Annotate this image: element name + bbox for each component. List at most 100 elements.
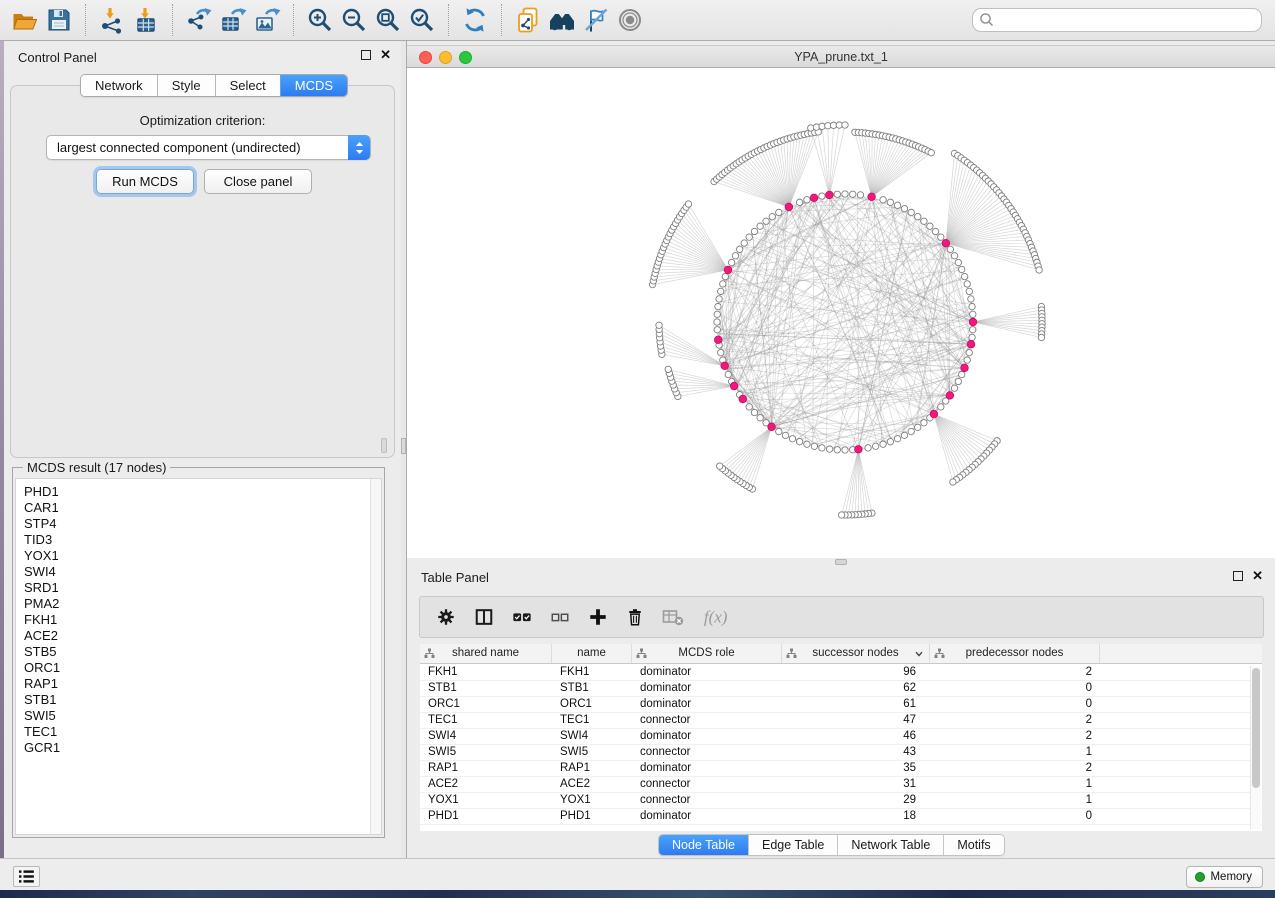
network-hub-node[interactable] xyxy=(810,194,818,202)
network-leaf-node[interactable] xyxy=(656,322,662,328)
mcds-result-item[interactable]: GCR1 xyxy=(16,740,381,756)
network-node[interactable] xyxy=(872,443,878,449)
network-hub-node[interactable] xyxy=(969,318,977,326)
network-node[interactable] xyxy=(741,240,747,246)
export-network-button[interactable] xyxy=(182,3,216,37)
mcds-result-item[interactable]: ACE2 xyxy=(16,628,381,644)
network-node[interactable] xyxy=(887,438,893,444)
network-hub-node[interactable] xyxy=(826,191,834,199)
network-node[interactable] xyxy=(722,273,728,279)
network-leaf-node[interactable] xyxy=(665,366,671,372)
network-node[interactable] xyxy=(804,441,810,447)
network-leaf-node[interactable] xyxy=(928,150,934,156)
network-node[interactable] xyxy=(947,246,953,252)
network-node[interactable] xyxy=(757,415,763,421)
network-node[interactable] xyxy=(938,404,944,410)
network-node[interactable] xyxy=(887,199,893,205)
network-node[interactable] xyxy=(736,246,742,252)
tab-node-table[interactable]: Node Table xyxy=(659,835,748,855)
network-node[interactable] xyxy=(776,209,782,215)
table-settings-button[interactable] xyxy=(436,606,456,628)
network-node[interactable] xyxy=(901,432,907,438)
table-row[interactable]: SWI5SWI5connector431 xyxy=(420,745,1262,761)
network-node[interactable] xyxy=(955,259,961,265)
network-node[interactable] xyxy=(857,192,863,198)
network-node[interactable] xyxy=(804,197,810,203)
network-node[interactable] xyxy=(908,209,914,215)
mcds-result-item[interactable]: ORC1 xyxy=(16,660,381,676)
zoom-fit-button[interactable] xyxy=(371,3,405,37)
network-node[interactable] xyxy=(728,259,734,265)
find-neighbors-button[interactable] xyxy=(545,3,579,37)
network-node[interactable] xyxy=(763,218,769,224)
column-header-predecessor-nodes[interactable]: predecessor nodes xyxy=(930,644,1100,663)
network-leaf-node[interactable] xyxy=(685,201,691,207)
network-node[interactable] xyxy=(966,349,972,355)
refresh-view-button[interactable] xyxy=(458,3,492,37)
network-node[interactable] xyxy=(915,213,921,219)
network-node[interactable] xyxy=(969,303,975,309)
mcds-result-item[interactable]: SRD1 xyxy=(16,580,381,596)
network-node[interactable] xyxy=(715,303,721,309)
network-node[interactable] xyxy=(865,445,871,451)
network-node[interactable] xyxy=(834,447,840,453)
network-node[interactable] xyxy=(746,404,752,410)
float-panel-icon[interactable] xyxy=(361,50,371,60)
network-hub-node[interactable] xyxy=(855,445,863,453)
network-node[interactable] xyxy=(970,327,976,333)
network-node[interactable] xyxy=(842,447,848,453)
network-node[interactable] xyxy=(776,428,782,434)
network-node[interactable] xyxy=(969,334,975,340)
network-leaf-node[interactable] xyxy=(842,122,848,128)
network-node[interactable] xyxy=(819,193,825,199)
network-node[interactable] xyxy=(961,273,967,279)
close-panel-button[interactable]: Close panel xyxy=(204,169,312,194)
network-node[interactable] xyxy=(826,446,832,452)
network-node[interactable] xyxy=(789,436,795,442)
tab-motifs[interactable]: Motifs xyxy=(943,835,1003,855)
network-node[interactable] xyxy=(915,424,921,430)
result-scrollbar-track[interactable] xyxy=(370,479,381,834)
mcds-result-item[interactable]: TEC1 xyxy=(16,724,381,740)
table-row[interactable]: STB1STB1dominator620 xyxy=(420,681,1262,697)
network-node[interactable] xyxy=(880,197,886,203)
zoom-selected-button[interactable] xyxy=(405,3,439,37)
network-node[interactable] xyxy=(769,213,775,219)
tab-style[interactable]: Style xyxy=(157,75,215,96)
table-row[interactable]: TEC1TEC1connector472 xyxy=(420,713,1262,729)
network-leaf-node[interactable] xyxy=(1038,334,1044,340)
column-header-successor-nodes[interactable]: successor nodes xyxy=(782,644,930,663)
network-node[interactable] xyxy=(894,436,900,442)
tab-edge-table[interactable]: Edge Table xyxy=(748,835,837,855)
network-node[interactable] xyxy=(716,296,722,302)
network-hub-node[interactable] xyxy=(730,382,738,390)
panel-scrollbar-thumb[interactable] xyxy=(381,438,387,453)
table-scrollbar-track[interactable] xyxy=(1250,666,1261,829)
mcds-result-item[interactable]: FKH1 xyxy=(16,612,381,628)
network-node[interactable] xyxy=(951,253,957,259)
network-node[interactable] xyxy=(894,202,900,208)
network-node[interactable] xyxy=(718,288,724,294)
network-hub-node[interactable] xyxy=(868,193,876,201)
open-session-button[interactable] xyxy=(8,3,42,37)
network-node[interactable] xyxy=(927,223,933,229)
network-node[interactable] xyxy=(757,223,763,229)
mcds-result-item[interactable]: SWI4 xyxy=(16,564,381,580)
network-node[interactable] xyxy=(880,441,886,447)
network-node[interactable] xyxy=(850,191,856,197)
network-leaf-node[interactable] xyxy=(1036,267,1042,273)
splitter-handle-icon[interactable] xyxy=(401,438,406,454)
network-hub-node[interactable] xyxy=(714,336,722,344)
network-node[interactable] xyxy=(720,281,726,287)
network-view-canvas[interactable] xyxy=(407,68,1275,558)
network-node[interactable] xyxy=(751,228,757,234)
network-node[interactable] xyxy=(964,281,970,287)
network-node[interactable] xyxy=(714,327,720,333)
network-hub-node[interactable] xyxy=(739,395,747,403)
network-node[interactable] xyxy=(714,311,720,317)
network-node[interactable] xyxy=(751,409,757,415)
close-panel-icon[interactable]: ✕ xyxy=(380,50,391,60)
float-panel-icon[interactable] xyxy=(1233,571,1243,581)
network-node[interactable] xyxy=(725,371,731,377)
network-node[interactable] xyxy=(796,438,802,444)
